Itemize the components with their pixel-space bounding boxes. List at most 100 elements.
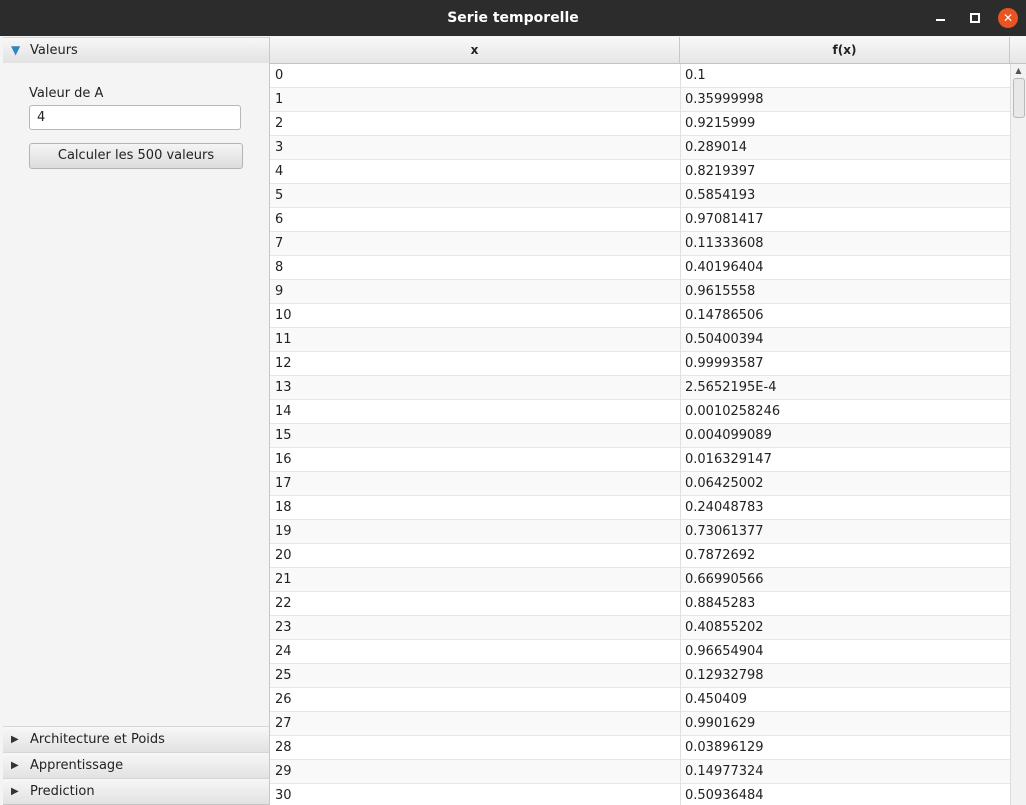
cell-x: 29: [275, 764, 292, 779]
table-row[interactable]: 25 0.12932798: [270, 664, 1010, 688]
table-row[interactable]: 23 0.40855202: [270, 616, 1010, 640]
cell-fx: 0.96654904: [685, 644, 764, 659]
cell-x: 16: [275, 452, 292, 467]
cell-x: 6: [275, 212, 284, 227]
table-row[interactable]: 22 0.8845283: [270, 592, 1010, 616]
cell-fx: 0.1: [685, 68, 706, 83]
cell-x: 10: [275, 308, 292, 323]
section-header-apprentissage[interactable]: ▶ Apprentissage: [3, 752, 269, 779]
table-row[interactable]: 9 0.9615558: [270, 280, 1010, 304]
scrollbar-thumb[interactable]: [1013, 78, 1025, 118]
table-row[interactable]: 18 0.24048783: [270, 496, 1010, 520]
table-row[interactable]: 24 0.96654904: [270, 640, 1010, 664]
table-row[interactable]: 29 0.14977324: [270, 760, 1010, 784]
vertical-scrollbar[interactable]: ▲: [1010, 64, 1026, 805]
cell-x: 5: [275, 188, 284, 203]
calculer-button[interactable]: Calculer les 500 valeurs: [29, 143, 243, 169]
section-header-valeurs[interactable]: ▼ Valeurs: [3, 37, 269, 64]
table-row[interactable]: 30 0.50936484: [270, 784, 1010, 805]
cell-x: 1: [275, 92, 284, 107]
maximize-button[interactable]: [964, 8, 984, 28]
cell-x: 12: [275, 356, 292, 371]
window-title: Serie temporelle: [447, 10, 579, 26]
cell-x: 7: [275, 236, 284, 251]
expanded-triangle-icon: ▼: [11, 43, 21, 57]
table-row[interactable]: 17 0.06425002: [270, 472, 1010, 496]
section-label: Apprentissage: [30, 758, 124, 773]
section-content-valeurs: Valeur de A Calculer les 500 valeurs: [3, 63, 269, 725]
cell-fx: 0.12932798: [685, 668, 764, 683]
cell-x: 19: [275, 524, 292, 539]
cell-x: 24: [275, 644, 292, 659]
cell-x: 22: [275, 596, 292, 611]
cell-fx: 0.9215999: [685, 116, 756, 131]
cell-fx: 0.14786506: [685, 308, 764, 323]
header-corner: [1010, 37, 1026, 63]
column-header-fx[interactable]: f(x): [680, 37, 1010, 63]
maximize-icon: [970, 13, 980, 23]
section-label: Valeurs: [30, 43, 78, 58]
valeur-a-input[interactable]: [29, 105, 241, 130]
table-row[interactable]: 4 0.8219397: [270, 160, 1010, 184]
table-row[interactable]: 5 0.5854193: [270, 184, 1010, 208]
table-body: 0 0.1 1 0.35999998 2 0.9215999 3 0.289014 4 0.821…: [270, 64, 1010, 805]
section-header-architecture[interactable]: ▶ Architecture et Poids: [3, 726, 269, 753]
table-row[interactable]: 19 0.73061377: [270, 520, 1010, 544]
table-row[interactable]: 13 2.5652195E-4: [270, 376, 1010, 400]
minimize-button[interactable]: [930, 8, 950, 28]
cell-fx: 0.11333608: [685, 236, 764, 251]
table-row[interactable]: 15 0.004099089: [270, 424, 1010, 448]
cell-x: 17: [275, 476, 292, 491]
cell-fx: 0.450409: [685, 692, 748, 707]
values-table: x f(x) 0 0.1 1 0.35999998 2 0.9215999 3 0.28901…: [270, 37, 1026, 805]
collapsed-triangle-icon: ▶: [11, 734, 19, 745]
cell-fx: 2.5652195E-4: [685, 380, 777, 395]
table-row[interactable]: 1 0.35999998: [270, 88, 1010, 112]
accordion-panel: ▼ Valeurs Valeur de A Calculer les 500 v…: [3, 37, 270, 805]
collapsed-triangle-icon: ▶: [11, 786, 19, 797]
cell-fx: 0.66990566: [685, 572, 764, 587]
cell-fx: 0.35999998: [685, 92, 764, 107]
close-button[interactable]: ✕: [998, 8, 1018, 28]
table-row[interactable]: 10 0.14786506: [270, 304, 1010, 328]
cell-x: 18: [275, 500, 292, 515]
app-window: Serie temporelle ✕ ▼ Valeurs Valeur de A…: [0, 0, 1026, 805]
column-header-x[interactable]: x: [270, 37, 680, 63]
table-row[interactable]: 26 0.450409: [270, 688, 1010, 712]
cell-fx: 0.0010258246: [685, 404, 781, 419]
table-row[interactable]: 16 0.016329147: [270, 448, 1010, 472]
cell-x: 25: [275, 668, 292, 683]
table-row[interactable]: 7 0.11333608: [270, 232, 1010, 256]
cell-fx: 0.14977324: [685, 764, 764, 779]
table-row[interactable]: 28 0.03896129: [270, 736, 1010, 760]
table-row[interactable]: 12 0.99993587: [270, 352, 1010, 376]
table-row[interactable]: 20 0.7872692: [270, 544, 1010, 568]
cell-fx: 0.50936484: [685, 788, 764, 803]
valeur-a-label: Valeur de A: [29, 86, 104, 101]
section-header-prediction[interactable]: ▶ Prediction: [3, 778, 269, 805]
cell-x: 2: [275, 116, 284, 131]
close-icon: ✕: [1002, 11, 1014, 25]
cell-x: 23: [275, 620, 292, 635]
cell-x: 28: [275, 740, 292, 755]
section-label: Architecture et Poids: [30, 732, 165, 747]
table-row[interactable]: 14 0.0010258246: [270, 400, 1010, 424]
cell-fx: 0.24048783: [685, 500, 764, 515]
cell-fx: 0.5854193: [685, 188, 756, 203]
table-row[interactable]: 3 0.289014: [270, 136, 1010, 160]
table-row[interactable]: 8 0.40196404: [270, 256, 1010, 280]
table-row[interactable]: 6 0.97081417: [270, 208, 1010, 232]
table-row[interactable]: 21 0.66990566: [270, 568, 1010, 592]
cell-fx: 0.8219397: [685, 164, 756, 179]
table-row[interactable]: 27 0.9901629: [270, 712, 1010, 736]
cell-x: 20: [275, 548, 292, 563]
table-row[interactable]: 11 0.50400394: [270, 328, 1010, 352]
cell-fx: 0.50400394: [685, 332, 764, 347]
scroll-up-arrow-icon[interactable]: ▲: [1011, 64, 1026, 78]
table-row[interactable]: 2 0.9215999: [270, 112, 1010, 136]
cell-fx: 0.016329147: [685, 452, 772, 467]
cell-fx: 0.73061377: [685, 524, 764, 539]
table-row[interactable]: 0 0.1: [270, 64, 1010, 88]
section-label: Prediction: [30, 784, 95, 799]
cell-x: 15: [275, 428, 292, 443]
